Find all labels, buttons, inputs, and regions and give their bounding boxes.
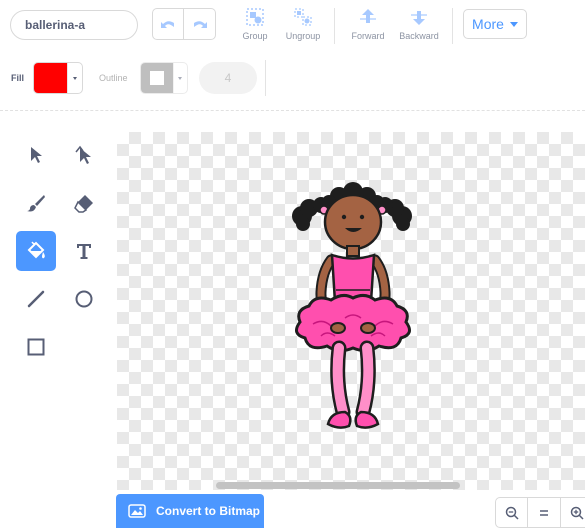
line-tool[interactable] [16,279,56,319]
more-label: More [472,16,504,32]
undo-redo-group [152,8,216,40]
outline-color-picker[interactable] [140,62,188,94]
image-icon [128,504,146,518]
convert-to-bitmap-label: Convert to Bitmap [156,504,261,518]
paint-canvas[interactable] [117,132,585,490]
zoom-reset-button[interactable] [528,497,561,528]
outline-swatch [141,63,173,93]
canvas-horizontal-scrollbar[interactable] [216,482,460,489]
undo-button[interactable] [152,8,184,40]
reshape-tool[interactable] [64,135,104,175]
fill-dropdown-arrow [67,63,82,93]
reshape-icon [75,145,91,164]
paint-bucket-icon [27,241,45,259]
backward-label: Backward [399,31,439,41]
outline-swatch-inner [149,71,164,85]
ungroup-button[interactable]: Ungroup [284,7,322,41]
chevron-down-icon [178,76,183,80]
forward-label: Forward [351,31,385,41]
group-icon [246,8,264,26]
fill-color-picker[interactable] [33,62,83,94]
fill-tool[interactable] [16,231,56,271]
toolbar-divider [452,8,453,44]
zoom-controls [495,497,585,528]
chevron-down-icon [73,76,78,80]
fill-label: Fill [11,73,24,83]
undo-icon [161,21,174,28]
zoom-out-button[interactable] [495,497,528,528]
brush-icon [27,195,45,212]
equals-icon [540,509,548,516]
more-button[interactable]: More [463,9,527,39]
ballerina-costume-drawing [292,182,412,429]
rectangle-icon [27,338,45,356]
zoom-in-icon [570,506,584,520]
group-label: Group [242,31,268,41]
eraser-tool[interactable] [64,183,104,223]
eraser-icon [74,195,93,213]
select-tool[interactable] [16,135,56,175]
text-t-icon [77,244,91,259]
redo-icon [193,21,207,28]
outline-label: Outline [99,73,128,83]
convert-to-bitmap-button[interactable]: Convert to Bitmap [116,494,264,528]
chevron-down-icon [509,21,518,27]
outline-dropdown-arrow [172,63,187,93]
zoom-out-icon [505,506,519,520]
stroke-width-input[interactable]: 4 [199,62,257,94]
text-tool[interactable] [64,231,104,271]
redo-button[interactable] [184,8,216,40]
circle-tool[interactable] [64,279,104,319]
toolbar-divider [334,8,335,44]
properties-divider [265,60,266,96]
fill-swatch [34,63,68,93]
backward-button[interactable]: Backward [396,7,442,41]
forward-button[interactable]: Forward [348,7,388,41]
toolbar-separator [0,110,585,111]
costume-name-input[interactable]: ballerina-a [10,10,138,40]
rectangle-tool[interactable] [16,327,56,367]
brush-tool[interactable] [16,183,56,223]
arrow-pointer-icon [31,147,42,163]
group-button[interactable]: Group [238,7,272,41]
ungroup-icon [294,8,312,26]
zoom-in-button[interactable] [561,497,585,528]
backward-icon [411,11,427,25]
forward-icon [360,9,376,23]
ungroup-label: Ungroup [285,31,321,41]
line-icon [27,290,45,308]
circle-icon [75,290,93,308]
